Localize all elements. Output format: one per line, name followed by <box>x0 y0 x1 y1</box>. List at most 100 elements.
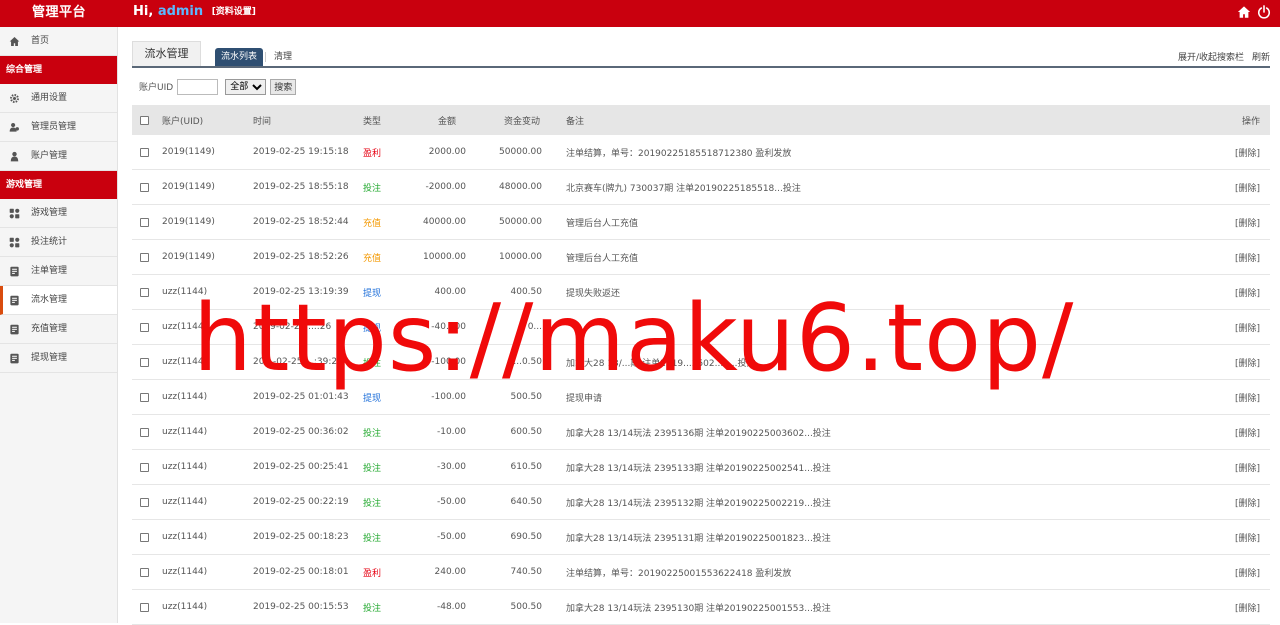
cell-type: 投注 <box>362 358 381 369</box>
row-checkbox[interactable] <box>140 345 149 379</box>
cell-type: 盈利 <box>362 568 381 579</box>
tab-flow-list[interactable]: 流水列表 <box>215 48 264 66</box>
delete-link[interactable]: [删除] <box>1235 135 1260 169</box>
sidebar-item-label: 通用设置 <box>31 93 68 103</box>
uid-label: 账户UID <box>139 83 174 93</box>
sidebar-item-order-management[interactable]: 注单管理 <box>0 257 117 286</box>
delete-link[interactable]: [删除] <box>1235 380 1260 414</box>
cell-note: 管理后台人工充值 <box>566 218 639 229</box>
sidebar-item-game-management[interactable]: 游戏管理 <box>0 199 117 228</box>
delete-link[interactable]: [删除] <box>1235 310 1260 344</box>
delete-link[interactable]: [删除] <box>1235 240 1260 274</box>
cell-type: 提现 <box>362 288 381 299</box>
cell-amount: 400.00 <box>434 287 467 297</box>
sidebar-item-recharge-management[interactable]: 充值管理 <box>0 315 117 344</box>
cell-time: 2019-02-25 18:52:26 <box>253 252 349 262</box>
row-checkbox[interactable] <box>140 205 149 239</box>
document-icon <box>10 324 19 335</box>
table-row: uzz(1144) 2019-02-25 00:18:01 盈利 240.00 740.… <box>132 555 1270 590</box>
cell-amount: 240.00 <box>434 567 467 577</box>
sidebar-item-account-management[interactable]: 账户管理 <box>0 142 117 171</box>
cell-balance: 400.50 <box>510 287 543 297</box>
delete-link[interactable]: [删除] <box>1235 205 1260 239</box>
profile-settings-link[interactable]: [资料设置] <box>212 7 256 17</box>
cell-note: 管理后台人工充值 <box>566 253 639 264</box>
cell-type: 投注 <box>362 603 381 614</box>
cell-balance: 600.50 <box>510 427 543 437</box>
column-header-type: 类型 <box>362 116 381 127</box>
type-select[interactable]: 全部 <box>225 78 267 95</box>
cell-note: 加拿大28 13/14玩法 2395130期 注单20190225001553.… <box>566 603 831 614</box>
cell-note: 加拿大28 13/...期 注单2019...2502...1...投注 <box>566 358 756 369</box>
sidebar-item-flow-management[interactable]: 流水管理 <box>0 286 117 315</box>
delete-link[interactable]: [删除] <box>1235 170 1260 204</box>
sidebar-item-home[interactable]: 首页 <box>0 27 117 56</box>
search-button[interactable]: 搜索 <box>270 78 297 95</box>
row-checkbox[interactable] <box>140 170 149 204</box>
greeting: Hi, admin [资料设置] <box>133 4 256 19</box>
flow-table: 账户(UID) 时间 类型 金额 资金变动 备注 操作 2019(1149) 20… <box>132 105 1270 625</box>
greeting-text: Hi, <box>133 4 154 19</box>
sidebar-item-label: 投注统计 <box>31 237 68 247</box>
refresh-link[interactable]: 刷新 <box>1252 50 1270 63</box>
cell-note: 注单结算，单号：20190225185518712380 盈利发放 <box>566 148 792 159</box>
row-checkbox[interactable] <box>140 135 149 169</box>
delete-link[interactable]: [删除] <box>1235 415 1260 449</box>
row-checkbox[interactable] <box>140 555 149 589</box>
cell-balance: 0... <box>527 322 542 332</box>
table-row: 2019(1149) 2019-02-25 18:52:44 充值 40000.00 5… <box>132 205 1270 240</box>
home-icon[interactable] <box>1237 5 1251 19</box>
row-checkbox[interactable] <box>140 590 149 624</box>
sidebar-item-general-settings[interactable]: 通用设置 <box>0 84 117 113</box>
cell-uid: uzz(1144) <box>162 602 208 612</box>
select-all-checkbox[interactable] <box>140 105 149 135</box>
power-icon[interactable] <box>1257 5 1271 19</box>
delete-link[interactable]: [删除] <box>1235 555 1260 589</box>
row-checkbox[interactable] <box>140 450 149 484</box>
document-icon <box>10 295 19 306</box>
sidebar-item-bet-statistics[interactable]: 投注统计 <box>0 228 117 257</box>
cell-time: 2019-02-25 00:36:02 <box>253 427 349 437</box>
tab-actions: 展开/收起搜索栏 刷新 <box>1178 50 1270 63</box>
row-checkbox[interactable] <box>140 415 149 449</box>
sidebar-item-label: 账户管理 <box>31 151 68 161</box>
cell-balance: 50000.00 <box>499 217 542 227</box>
delete-link[interactable]: [删除] <box>1235 485 1260 519</box>
row-checkbox[interactable] <box>140 485 149 519</box>
cell-time: 2019-02-25 00:15:53 <box>253 602 349 612</box>
delete-link[interactable]: [删除] <box>1235 275 1260 309</box>
cell-time: 2019-02-25 ...:26 <box>253 322 332 332</box>
cell-note: 加拿大28 13/14玩法 2395131期 注单20190225001823.… <box>566 533 831 544</box>
cell-uid: 2019(1149) <box>162 252 215 262</box>
row-checkbox[interactable] <box>140 310 149 344</box>
row-checkbox[interactable] <box>140 520 149 554</box>
cell-balance: 640.50 <box>510 497 543 507</box>
sidebar-item-admin-management[interactable]: 管理员管理 <box>0 113 117 142</box>
row-checkbox[interactable] <box>140 240 149 274</box>
sidebar-section-game: 游戏管理 <box>0 171 117 199</box>
cell-type: 投注 <box>362 533 381 544</box>
row-checkbox[interactable] <box>140 380 149 414</box>
toggle-search-link[interactable]: 展开/收起搜索栏 <box>1178 50 1244 63</box>
delete-link[interactable]: [删除] <box>1235 345 1260 379</box>
delete-link[interactable]: [删除] <box>1235 520 1260 554</box>
row-checkbox[interactable] <box>140 275 149 309</box>
column-header-time: 时间 <box>253 116 272 127</box>
tab-divider <box>265 52 266 62</box>
cell-uid: uzz(1144) <box>162 567 208 577</box>
cell-amount: -50.00 <box>436 497 466 507</box>
cell-uid: 2019(1149) <box>162 182 215 192</box>
table-row: uzz(1144) 2019-02-25 00:36:02 投注 -10.00 600.… <box>132 415 1270 450</box>
cell-uid: uzz(1144) <box>162 392 208 402</box>
cell-amount: -48.00 <box>436 602 466 612</box>
cell-uid: uzz(1144) <box>162 322 208 332</box>
delete-link[interactable]: [删除] <box>1235 590 1260 624</box>
tab-clean[interactable]: 清理 <box>268 48 298 66</box>
cell-note: 加拿大28 13/14玩法 2395132期 注单20190225002219.… <box>566 498 831 509</box>
sidebar-item-withdraw-management[interactable]: 提现管理 <box>0 344 117 373</box>
delete-link[interactable]: [删除] <box>1235 450 1260 484</box>
cell-balance: 740.50 <box>510 567 543 577</box>
cell-type: 投注 <box>362 498 381 509</box>
cell-type: 盈利 <box>362 148 381 159</box>
uid-input[interactable] <box>177 78 219 95</box>
